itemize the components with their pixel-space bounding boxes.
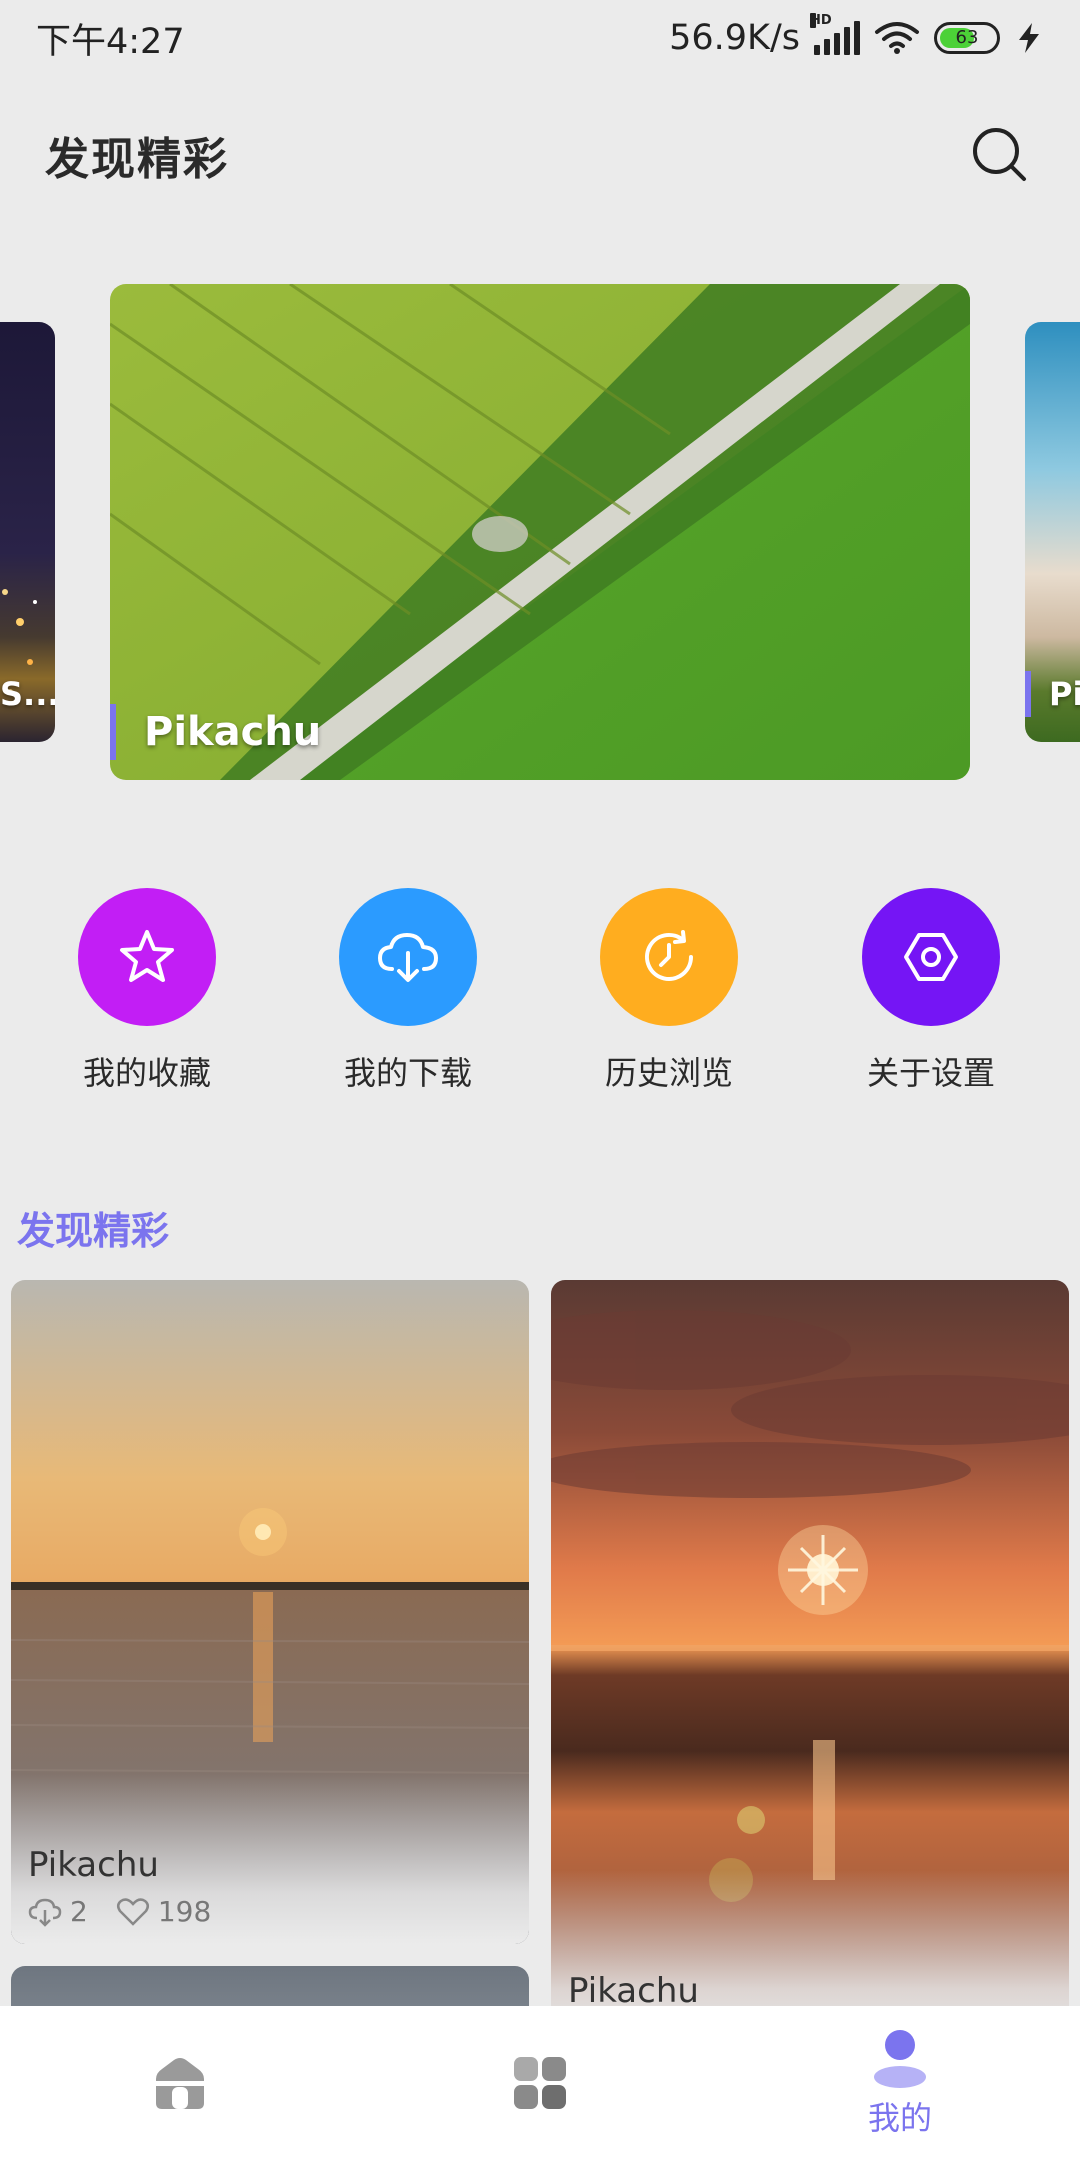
download-icon	[28, 1898, 62, 1927]
home-icon	[156, 2058, 204, 2109]
profile-icon	[874, 2030, 926, 2088]
status-icons: 56.9K/s HD 63	[669, 13, 1044, 58]
section-title: 发现精彩	[17, 1209, 170, 1253]
banner-slide-next[interactable]: Pi	[1025, 322, 1080, 742]
history-button[interactable]: 历史浏览	[569, 888, 769, 1094]
search-icon	[973, 128, 1026, 181]
history-label: 历史浏览	[604, 1054, 733, 1092]
search-button[interactable]	[965, 120, 1035, 190]
card-stats: 2 198	[28, 1895, 229, 1928]
banner-carousel[interactable]: S... Pikachu Pi	[0, 284, 1080, 780]
like-count[interactable]: 198	[116, 1895, 211, 1928]
wifi-icon	[875, 22, 919, 54]
banner-caption: S...	[0, 675, 55, 713]
card-info: Pikachu 2 198	[28, 1845, 229, 1928]
favorites-button[interactable]: 我的收藏	[47, 888, 247, 1094]
card-author: Pikachu	[568, 1971, 699, 2011]
battery-icon: 63	[934, 22, 1000, 54]
banner-caption: Pi	[1025, 666, 1080, 722]
wallpaper-card[interactable]: Pikachu 2 198	[11, 1280, 529, 1944]
charging-icon	[1019, 23, 1039, 53]
battery-level: 63	[955, 27, 979, 48]
download-count: 2	[28, 1895, 88, 1928]
nav-item-home[interactable]	[0, 2006, 360, 2160]
favorites-label: 我的收藏	[82, 1054, 211, 1092]
bottom-nav: 我的	[0, 2006, 1080, 2160]
nav-item-categories[interactable]	[360, 2006, 720, 2160]
downloads-button[interactable]: 我的下载	[308, 888, 508, 1094]
quick-actions: 我的收藏 我的下载 历史浏览 关于设置	[0, 888, 1080, 1098]
wallpaper-card[interactable]: Pikachu 2 202	[551, 1280, 1069, 2040]
banner-caption: Pikachu	[110, 704, 321, 760]
status-time: 下午4:27	[36, 21, 185, 62]
banner-slide-active[interactable]: Pikachu	[110, 284, 970, 780]
signal-icon: HD	[810, 13, 860, 55]
app-screen: 下午4:27 56.9K/s HD 63 发现精彩 S... Pikachu P…	[0, 0, 1080, 2160]
settings-button[interactable]: 关于设置	[831, 888, 1031, 1094]
downloads-label: 我的下载	[343, 1054, 472, 1092]
status-bar: 下午4:27 56.9K/s HD 63	[0, 0, 1080, 76]
network-type-label: HD	[810, 13, 832, 28]
caption-accent-bar	[110, 704, 116, 760]
hexagon-settings-icon	[904, 933, 958, 981]
settings-label: 关于设置	[866, 1054, 995, 1092]
star-icon	[120, 930, 174, 982]
cloud-download-icon	[378, 933, 438, 982]
page-title: 发现精彩	[45, 134, 229, 185]
nav-item-profile[interactable]: 我的	[720, 2006, 1080, 2160]
banner-caption-text: Pikachu	[144, 709, 322, 755]
heart-icon	[116, 1897, 149, 1926]
network-speed: 56.9K/s	[669, 18, 800, 58]
banner-slide-prev[interactable]: S...	[0, 322, 55, 742]
history-clock-icon	[645, 930, 693, 981]
card-author: Pikachu	[28, 1845, 159, 1885]
nav-label-profile: 我的	[867, 2099, 932, 2137]
app-header: 发现精彩	[0, 90, 1080, 220]
category-grid-icon	[514, 2057, 566, 2109]
